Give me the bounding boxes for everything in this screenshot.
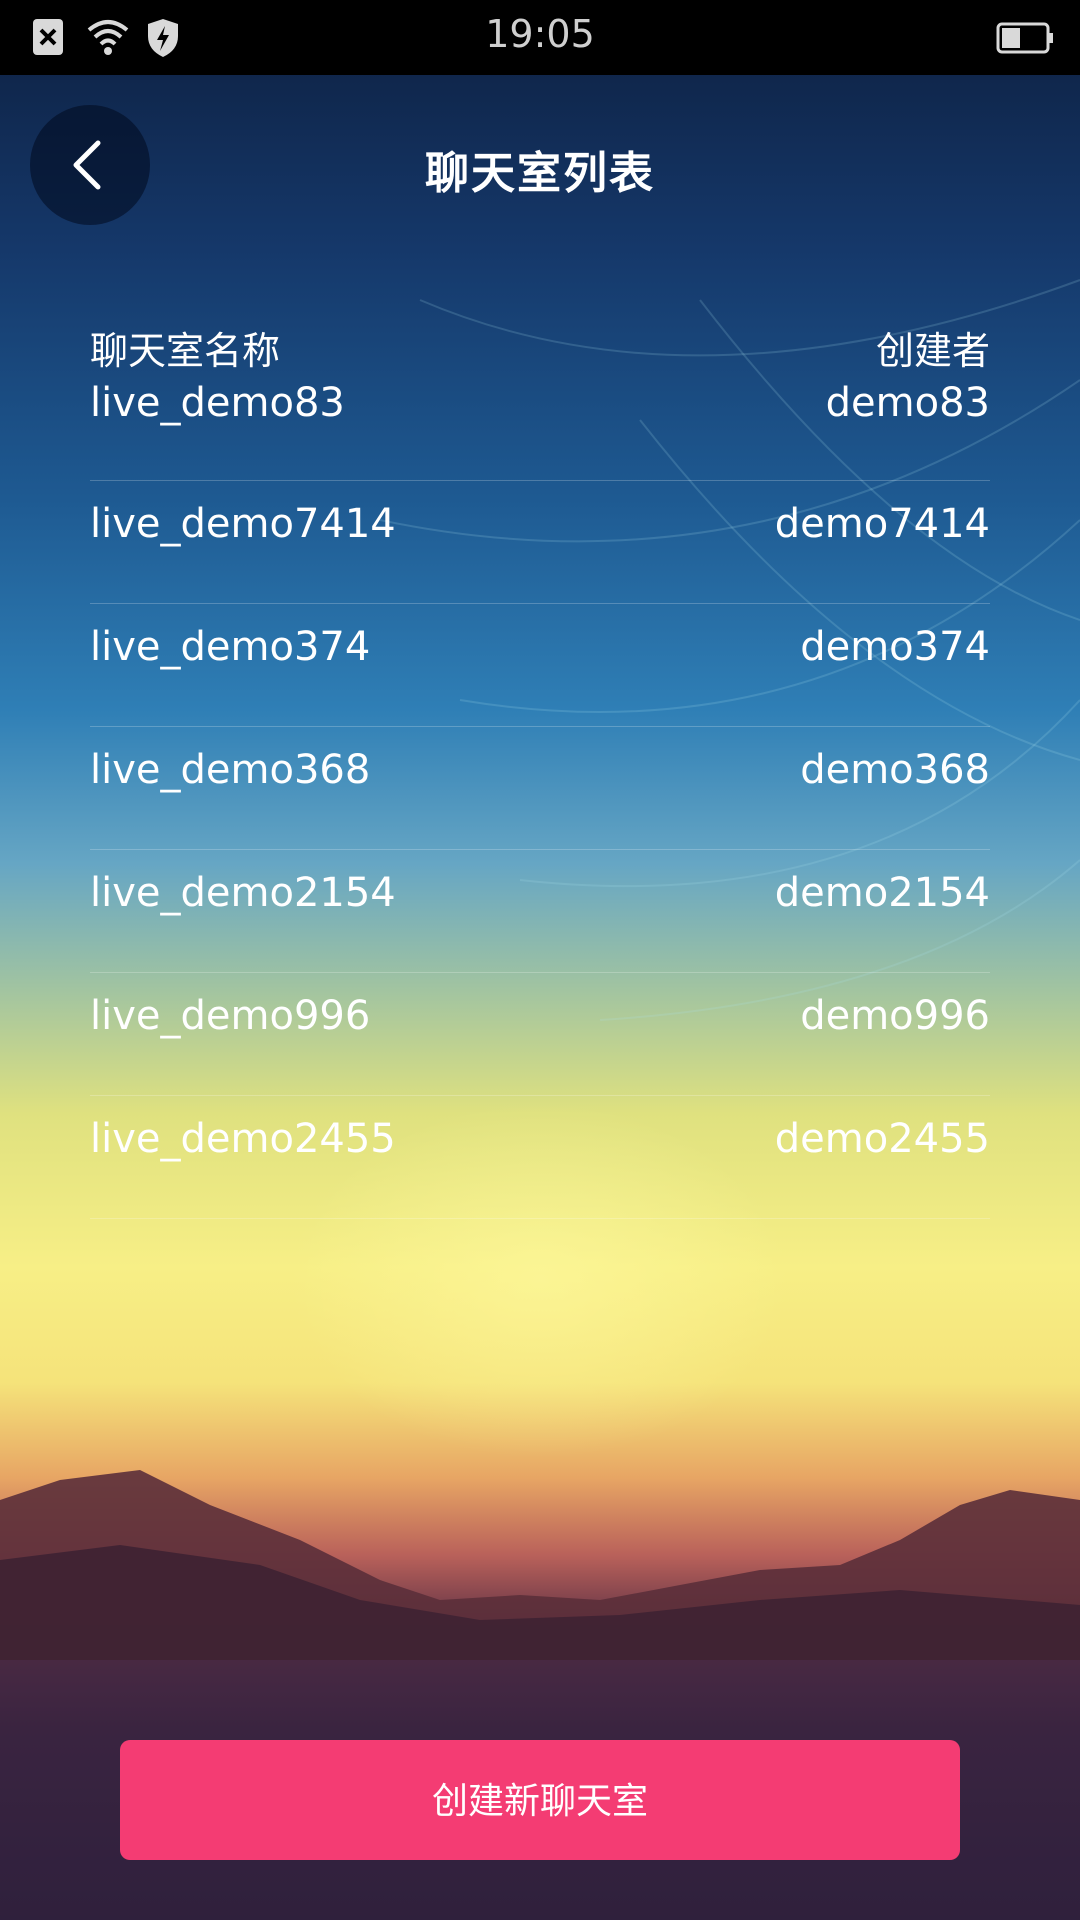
create-chatroom-button[interactable]: 创建新聊天室 xyxy=(120,1740,960,1860)
room-creator: demo368 xyxy=(800,747,990,793)
room-creator: demo2455 xyxy=(774,1116,990,1162)
room-creator: demo7414 xyxy=(774,501,990,547)
table-row[interactable]: live_demo2455 demo2455 xyxy=(90,1096,990,1219)
table-row[interactable]: live_demo368 demo368 xyxy=(90,727,990,850)
room-creator: demo2154 xyxy=(774,870,990,916)
room-name: live_demo2154 xyxy=(90,870,396,916)
room-name: live_demo7414 xyxy=(90,501,396,547)
table-row[interactable]: live_demo7414 demo7414 xyxy=(90,481,990,604)
chatroom-table: 聊天室名称 创建者 live_demo83 demo83 live_demo74… xyxy=(90,310,990,1219)
table-row[interactable]: live_demo996 demo996 xyxy=(90,973,990,1096)
room-name: live_demo374 xyxy=(90,624,371,670)
room-creator: demo83 xyxy=(825,380,990,426)
room-creator: demo374 xyxy=(800,624,990,670)
column-header-room-name: 聊天室名称 xyxy=(90,329,281,373)
table-row[interactable]: live_demo2154 demo2154 xyxy=(90,850,990,973)
room-name: live_demo996 xyxy=(90,993,371,1039)
chatroom-list-screen: 19:05 聊天室列表 聊天室名称 创建者 live_demo83 demo83… xyxy=(0,0,1080,1920)
page-title: 聊天室列表 xyxy=(425,148,655,199)
room-name: live_demo2455 xyxy=(90,1116,396,1162)
room-creator: demo996 xyxy=(800,993,990,1039)
table-row[interactable]: live_demo83 demo83 xyxy=(90,380,990,481)
room-name: live_demo368 xyxy=(90,747,371,793)
table-header: 聊天室名称 创建者 xyxy=(90,310,990,380)
room-name: live_demo83 xyxy=(90,380,345,426)
table-row[interactable]: live_demo374 demo374 xyxy=(90,604,990,727)
column-header-creator: 创建者 xyxy=(875,329,990,373)
status-time: 19:05 xyxy=(485,12,595,56)
status-bar: 19:05 xyxy=(0,0,1080,75)
battery-icon xyxy=(996,22,1053,54)
header: 聊天室列表 xyxy=(0,75,1080,255)
